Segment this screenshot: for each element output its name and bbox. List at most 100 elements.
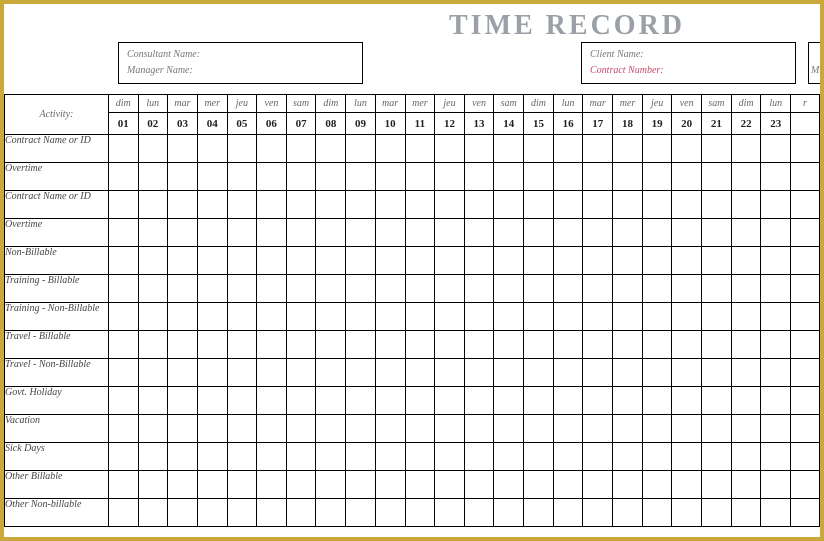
time-cell[interactable] [197, 387, 227, 415]
time-cell[interactable] [227, 191, 256, 219]
time-cell[interactable] [138, 331, 168, 359]
time-cell[interactable] [405, 471, 435, 499]
time-cell[interactable] [405, 275, 435, 303]
time-cell[interactable] [346, 499, 376, 527]
time-cell[interactable] [346, 135, 376, 163]
time-cell[interactable] [761, 359, 791, 387]
time-cell[interactable] [524, 331, 554, 359]
time-cell[interactable] [435, 471, 464, 499]
time-cell[interactable] [672, 443, 702, 471]
time-cell[interactable] [701, 247, 731, 275]
time-cell[interactable] [642, 191, 671, 219]
time-cell[interactable] [257, 247, 287, 275]
time-cell[interactable] [108, 191, 138, 219]
time-cell[interactable] [731, 303, 761, 331]
time-cell[interactable] [138, 219, 168, 247]
time-cell[interactable] [613, 471, 643, 499]
time-cell[interactable] [583, 443, 613, 471]
time-cell[interactable] [168, 247, 198, 275]
time-cell[interactable] [761, 163, 791, 191]
time-cell[interactable] [346, 247, 376, 275]
time-cell[interactable] [405, 443, 435, 471]
time-cell[interactable] [108, 275, 138, 303]
time-cell[interactable] [286, 303, 316, 331]
time-cell[interactable] [583, 247, 613, 275]
time-cell[interactable] [316, 163, 346, 191]
time-cell[interactable] [464, 499, 494, 527]
time-cell[interactable] [138, 163, 168, 191]
time-cell[interactable] [553, 443, 583, 471]
time-cell[interactable] [642, 499, 671, 527]
time-cell[interactable] [613, 415, 643, 443]
time-cell[interactable] [435, 415, 464, 443]
time-cell[interactable] [286, 387, 316, 415]
time-cell[interactable] [227, 387, 256, 415]
time-cell[interactable] [375, 163, 405, 191]
time-cell[interactable] [553, 247, 583, 275]
time-cell[interactable] [346, 415, 376, 443]
time-cell[interactable] [405, 331, 435, 359]
time-cell[interactable] [464, 303, 494, 331]
time-cell[interactable] [227, 275, 256, 303]
time-cell[interactable] [227, 331, 256, 359]
time-cell[interactable] [138, 191, 168, 219]
time-cell[interactable] [257, 499, 287, 527]
time-cell[interactable] [701, 443, 731, 471]
time-cell[interactable] [524, 275, 554, 303]
time-cell[interactable] [316, 275, 346, 303]
time-cell[interactable] [346, 331, 376, 359]
time-cell[interactable] [613, 359, 643, 387]
time-cell[interactable] [286, 135, 316, 163]
time-cell[interactable] [464, 331, 494, 359]
time-cell[interactable] [464, 135, 494, 163]
time-cell[interactable] [553, 471, 583, 499]
time-cell[interactable] [790, 443, 819, 471]
time-cell[interactable] [316, 415, 346, 443]
time-cell[interactable] [435, 219, 464, 247]
time-cell[interactable] [761, 387, 791, 415]
time-cell[interactable] [642, 135, 671, 163]
time-cell[interactable] [435, 163, 464, 191]
time-cell[interactable] [672, 471, 702, 499]
time-cell[interactable] [286, 247, 316, 275]
time-cell[interactable] [642, 275, 671, 303]
time-cell[interactable] [464, 415, 494, 443]
time-cell[interactable] [257, 219, 287, 247]
time-cell[interactable] [613, 219, 643, 247]
time-cell[interactable] [701, 191, 731, 219]
time-cell[interactable] [553, 163, 583, 191]
time-cell[interactable] [672, 387, 702, 415]
time-cell[interactable] [701, 359, 731, 387]
time-cell[interactable] [108, 303, 138, 331]
time-cell[interactable] [286, 275, 316, 303]
time-cell[interactable] [731, 191, 761, 219]
time-cell[interactable] [346, 471, 376, 499]
time-cell[interactable] [108, 135, 138, 163]
time-cell[interactable] [464, 387, 494, 415]
time-cell[interactable] [524, 415, 554, 443]
time-cell[interactable] [524, 191, 554, 219]
time-cell[interactable] [138, 247, 168, 275]
time-cell[interactable] [168, 471, 198, 499]
time-cell[interactable] [108, 499, 138, 527]
time-cell[interactable] [375, 331, 405, 359]
time-cell[interactable] [435, 191, 464, 219]
time-cell[interactable] [168, 443, 198, 471]
time-cell[interactable] [790, 135, 819, 163]
time-cell[interactable] [138, 471, 168, 499]
time-cell[interactable] [642, 331, 671, 359]
time-cell[interactable] [346, 387, 376, 415]
time-cell[interactable] [642, 443, 671, 471]
time-cell[interactable] [405, 247, 435, 275]
time-cell[interactable] [583, 331, 613, 359]
time-cell[interactable] [553, 331, 583, 359]
time-cell[interactable] [405, 359, 435, 387]
time-cell[interactable] [108, 247, 138, 275]
time-cell[interactable] [761, 135, 791, 163]
time-cell[interactable] [197, 443, 227, 471]
time-cell[interactable] [168, 387, 198, 415]
time-cell[interactable] [613, 443, 643, 471]
time-cell[interactable] [761, 331, 791, 359]
time-cell[interactable] [168, 135, 198, 163]
time-cell[interactable] [731, 499, 761, 527]
